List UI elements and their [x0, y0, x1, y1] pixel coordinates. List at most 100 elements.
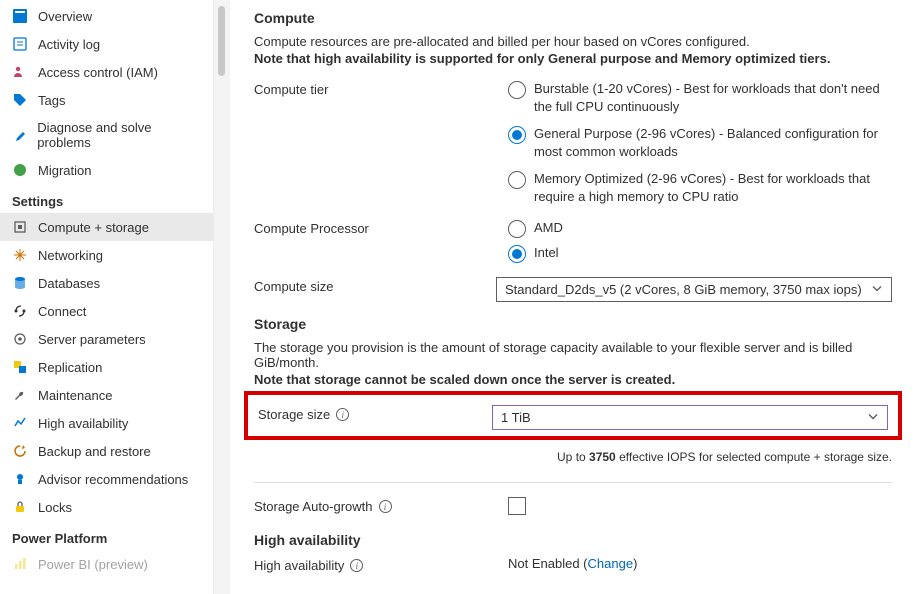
sidebar-heading-settings: Settings: [0, 184, 213, 213]
sidebar-item-databases[interactable]: Databases: [0, 269, 213, 297]
radio-label: Intel: [534, 244, 559, 262]
ha-title: High availability: [254, 532, 892, 548]
radio-icon: [508, 126, 526, 144]
sidebar-item-connect[interactable]: Connect: [0, 297, 213, 325]
label-text: High availability: [254, 558, 344, 573]
chevron-down-icon: [871, 282, 883, 297]
sidebar-item-label: Compute + storage: [38, 220, 149, 235]
sidebar-item-overview[interactable]: Overview: [0, 2, 213, 30]
sidebar: Overview Activity log Access control (IA…: [0, 0, 214, 594]
sidebar-item-server-parameters[interactable]: Server parameters: [0, 325, 213, 353]
radio-label: AMD: [534, 219, 563, 237]
sidebar-item-label: Tags: [38, 93, 65, 108]
storage-iops-hint: Up to 3750 effective IOPS for selected c…: [254, 450, 892, 464]
sidebar-item-label: Server parameters: [38, 332, 146, 347]
label-text: Storage Auto-growth: [254, 499, 373, 514]
storage-size-label: Storage size i: [258, 405, 492, 422]
storage-autogrowth-label: Storage Auto-growth i: [254, 497, 508, 514]
compute-tier-general-purpose[interactable]: General Purpose (2-96 vCores) - Balanced…: [508, 125, 892, 160]
storage-autogrowth-checkbox[interactable]: [508, 497, 526, 515]
sidebar-item-diagnose[interactable]: Diagnose and solve problems: [0, 114, 213, 156]
storage-note: Note that storage cannot be scaled down …: [254, 372, 892, 387]
storage-desc: The storage you provision is the amount …: [254, 340, 892, 370]
compute-tier-memory-optimized[interactable]: Memory Optimized (2-96 vCores) - Best fo…: [508, 170, 892, 205]
sidebar-item-tags[interactable]: Tags: [0, 86, 213, 114]
ha-value: Not Enabled: [508, 556, 580, 571]
high-availability-icon: [12, 415, 28, 431]
compute-processor-label: Compute Processor: [254, 219, 508, 236]
tag-icon: [12, 92, 28, 108]
compute-tier-burstable[interactable]: Burstable (1-20 vCores) - Best for workl…: [508, 80, 892, 115]
select-value: 1 TiB: [501, 410, 531, 425]
sidebar-item-label: Activity log: [38, 37, 100, 52]
ha-label: High availability i: [254, 556, 508, 573]
overview-icon: [12, 8, 28, 24]
power-bi-icon: [12, 556, 28, 572]
radio-label: Burstable (1-20 vCores) - Best for workl…: [534, 80, 892, 115]
label-text: Storage size: [258, 407, 330, 422]
storage-size-select[interactable]: 1 TiB: [492, 405, 888, 430]
sidebar-item-label: Locks: [38, 500, 72, 515]
compute-processor-intel[interactable]: Intel: [508, 244, 892, 263]
radio-icon: [508, 220, 526, 238]
advisor-icon: [12, 471, 28, 487]
sidebar-item-activity-log[interactable]: Activity log: [0, 30, 213, 58]
chevron-down-icon: [867, 410, 879, 425]
sidebar-item-label: High availability: [38, 416, 128, 431]
radio-label: Memory Optimized (2-96 vCores) - Best fo…: [534, 170, 892, 205]
compute-size-select[interactable]: Standard_D2ds_v5 (2 vCores, 8 GiB memory…: [496, 277, 892, 302]
scrollbar-thumb[interactable]: [218, 6, 225, 76]
backup-icon: [12, 443, 28, 459]
ha-value-row: Not Enabled (Change): [508, 556, 892, 571]
sidebar-item-label: Networking: [38, 248, 103, 263]
sidebar-item-maintenance[interactable]: Maintenance: [0, 381, 213, 409]
storage-size-highlight: Storage size i 1 TiB: [244, 391, 902, 440]
radio-icon: [508, 81, 526, 99]
radio-icon: [508, 171, 526, 189]
sidebar-item-advisor[interactable]: Advisor recommendations: [0, 465, 213, 493]
access-control-icon: [12, 64, 28, 80]
sidebar-item-label: Maintenance: [38, 388, 112, 403]
compute-processor-amd[interactable]: AMD: [508, 219, 892, 238]
radio-label: General Purpose (2-96 vCores) - Balanced…: [534, 125, 892, 160]
wrench-icon: [12, 127, 27, 143]
connect-icon: [12, 303, 28, 319]
sidebar-item-migration[interactable]: Migration: [0, 156, 213, 184]
ha-change-link[interactable]: Change: [588, 556, 634, 571]
info-icon[interactable]: i: [379, 500, 392, 513]
lock-icon: [12, 499, 28, 515]
content: Compute Compute resources are pre-alloca…: [230, 0, 916, 594]
sidebar-item-label: Replication: [38, 360, 102, 375]
compute-desc: Compute resources are pre-allocated and …: [254, 34, 892, 49]
compute-tier-radio-group: Burstable (1-20 vCores) - Best for workl…: [508, 80, 892, 205]
sidebar-item-access-control[interactable]: Access control (IAM): [0, 58, 213, 86]
migration-icon: [12, 162, 28, 178]
select-value: Standard_D2ds_v5 (2 vCores, 8 GiB memory…: [505, 282, 862, 297]
gear-icon: [12, 331, 28, 347]
networking-icon: [12, 247, 28, 263]
database-icon: [12, 275, 28, 291]
activity-log-icon: [12, 36, 28, 52]
info-icon[interactable]: i: [336, 408, 349, 421]
info-icon[interactable]: i: [350, 559, 363, 572]
sidebar-heading-power-platform: Power Platform: [0, 521, 213, 550]
maintenance-icon: [12, 387, 28, 403]
compute-title: Compute: [254, 10, 892, 26]
radio-icon: [508, 245, 526, 263]
sidebar-item-networking[interactable]: Networking: [0, 241, 213, 269]
sidebar-item-label: Connect: [38, 304, 86, 319]
sidebar-item-label: Diagnose and solve problems: [37, 120, 201, 150]
sidebar-item-label: Access control (IAM): [38, 65, 158, 80]
replication-icon: [12, 359, 28, 375]
sidebar-item-label: Power BI (preview): [38, 557, 148, 572]
sidebar-item-high-availability[interactable]: High availability: [0, 409, 213, 437]
compute-note: Note that high availability is supported…: [254, 51, 892, 66]
sidebar-item-backup-restore[interactable]: Backup and restore: [0, 437, 213, 465]
sidebar-item-locks[interactable]: Locks: [0, 493, 213, 521]
sidebar-item-power-bi[interactable]: Power BI (preview): [0, 550, 213, 578]
sidebar-item-label: Advisor recommendations: [38, 472, 188, 487]
sidebar-item-compute-storage[interactable]: Compute + storage: [0, 213, 213, 241]
scrollbar[interactable]: [214, 0, 230, 594]
sidebar-item-replication[interactable]: Replication: [0, 353, 213, 381]
compute-tier-label: Compute tier: [254, 80, 508, 97]
